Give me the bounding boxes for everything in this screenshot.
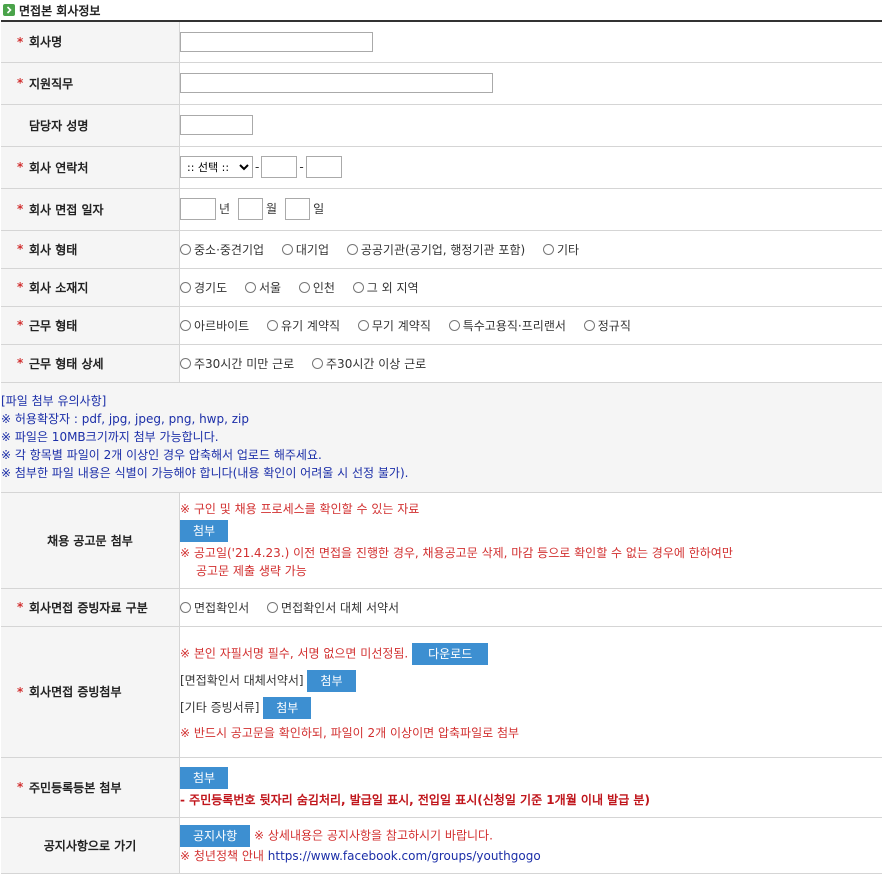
resident-attach-button[interactable]: 첨부: [180, 766, 229, 789]
phone-last-input[interactable]: [305, 156, 342, 178]
day-input[interactable]: [285, 198, 311, 220]
company-name-label: 회사명: [29, 35, 63, 50]
row-work-detail: * 근무 형태 상세 주30시간 미만 근로 주30시간 이상 근로: [1, 344, 882, 383]
notice-note: ※ 상세내용은 공지사항을 참고하시기 바랍니다.: [254, 828, 493, 843]
row-resident: * 주민등록등본 첨부 첨부 - 주민등록번호 뒷자리 숨김처리, 발급일 표시,…: [1, 757, 882, 818]
section-header: 면접본 회사정보: [0, 0, 885, 20]
proof-attach-label: 회사면접 증빙첨부: [29, 685, 122, 699]
radio-sme[interactable]: 중소·중견기업: [180, 241, 264, 258]
row-recruit-notice: 채용 공고문 첨부 ※ 구인 및 채용 프로세스를 확인할 수 있는 자료 첨부…: [1, 492, 882, 589]
row-interview-date: * 회사 면접 일자 년월일: [1, 188, 882, 231]
radio-other-region[interactable]: 그 외 지역: [352, 279, 419, 296]
youth-policy-link[interactable]: https://www.facebook.com/groups/youthgog…: [268, 849, 541, 863]
radio-full-time[interactable]: 정규직: [583, 317, 631, 334]
recruit-note3: 공고문 제출 생략 가능: [196, 564, 307, 578]
radio-incheon[interactable]: 인천: [298, 279, 335, 296]
row-proof-type: * 회사면접 증빙자료 구분 면접확인서 면접확인서 대체 서약서: [1, 588, 882, 627]
proof-note1: ※ 본인 자필서명 필수, 서명 없으면 미선정됨.: [180, 646, 409, 660]
section-title: 면접본 회사정보: [19, 3, 101, 18]
required-mark: *: [17, 684, 24, 699]
required-mark: *: [17, 318, 24, 332]
recruit-notice-label: 채용 공고문 첨부: [47, 533, 133, 548]
work-type-label: 근무 형태: [29, 318, 78, 333]
job-label: 지원직무: [29, 76, 74, 91]
radio-over-30h[interactable]: 주30시간 이상 근로: [312, 355, 426, 372]
row-company-name: * 회사명: [1, 21, 882, 63]
required-mark: *: [17, 780, 24, 794]
radio-substitute-pledge[interactable]: 면접확인서 대체 서약서: [267, 599, 399, 616]
phone-prefix-select[interactable]: :: 선택 ::: [180, 156, 253, 178]
required-mark: *: [17, 280, 24, 294]
year-input[interactable]: [180, 198, 216, 220]
row-work-type: * 근무 형태 아르바이트 유기 계약직 무기 계약직 특수고용직·프리랜서 정규…: [1, 306, 882, 345]
etc-docs-attach-button[interactable]: 첨부: [263, 696, 312, 719]
youth-policy-label: ※ 청년정책 안내: [180, 849, 264, 863]
interview-date-label: 회사 면접 일자: [29, 202, 104, 217]
radio-seoul[interactable]: 서울: [244, 279, 281, 296]
row-job: * 지원직무: [1, 62, 882, 105]
row-manager: 담당자 성명: [1, 104, 882, 147]
radio-fixed-term[interactable]: 유기 계약직: [267, 317, 340, 334]
required-mark: *: [17, 242, 24, 256]
radio-public-agency[interactable]: 공공기관(공기업, 행정기관 포함): [346, 241, 525, 258]
manager-label: 담당자 성명: [29, 118, 89, 133]
location-label: 회사 소재지: [29, 280, 89, 295]
required-mark: *: [17, 76, 24, 90]
recruit-note1: ※ 구인 및 채용 프로세스를 확인할 수 있는 자료: [180, 502, 420, 516]
file-notice: [파일 첨부 유의사항] ※ 허용확장자 : pdf, jpg, jpeg, p…: [1, 382, 882, 493]
required-mark: *: [17, 160, 24, 174]
manager-name-input[interactable]: [180, 115, 253, 135]
work-detail-label: 근무 형태 상세: [29, 356, 104, 371]
recruit-note2: ※ 공고일('21.4.23.) 이전 면접을 진행한 경우, 채용공고문 삭제…: [180, 546, 733, 560]
required-mark: *: [17, 34, 24, 49]
radio-other[interactable]: 기타: [543, 241, 579, 258]
radio-under-30h[interactable]: 주30시간 미만 근로: [180, 355, 294, 372]
company-info-form: * 회사명 * 지원직무 담당자 성명 * 회사 연락처 :: 선택 :: - - * 회사…: [1, 20, 882, 874]
company-type-label: 회사 형태: [29, 242, 78, 257]
resident-note: - 주민등록번호 뒷자리 숨김처리, 발급일 표시, 전입일 표시(신청일 기준…: [180, 792, 650, 807]
contact-label: 회사 연락처: [29, 160, 89, 175]
recruit-attach-button[interactable]: 첨부: [180, 520, 229, 542]
radio-interview-confirmation[interactable]: 면접확인서: [180, 599, 249, 616]
row-company-type: * 회사 형태 중소·중견기업 대기업 공공기관(공기업, 행정기관 포함) 기타: [1, 230, 882, 269]
row-proof-attach: * 회사면접 증빙첨부 ※ 본인 자필서명 필수, 서명 없으면 미선정됨. 다운…: [1, 626, 882, 758]
row-location: * 회사 소재지 경기도 서울 인천 그 외 지역: [1, 268, 882, 307]
proof-note2: ※ 반드시 공고문을 확인하되, 파일이 2개 이상이면 압축파일로 첨부: [180, 725, 520, 740]
resident-label: 주민등록등본 첨부: [29, 780, 122, 795]
row-goto-notice: 공지사항으로 가기 공지사항 ※ 상세내용은 공지사항을 참고하시기 바랍니다.…: [1, 817, 882, 874]
radio-freelancer[interactable]: 특수고용직·프리랜서: [448, 317, 566, 334]
notice-button[interactable]: 공지사항: [180, 825, 251, 847]
radio-part-time[interactable]: 아르바이트: [180, 317, 249, 334]
chevron-right-icon: [3, 4, 15, 16]
radio-large-company[interactable]: 대기업: [281, 241, 329, 258]
etc-docs-label: [기타 증빙서류]: [180, 700, 260, 714]
month-input[interactable]: [238, 198, 264, 220]
alt-pledge-label: [면접확인서 대체서약서]: [180, 673, 304, 687]
required-mark: *: [17, 356, 24, 370]
row-file-notice: [파일 첨부 유의사항] ※ 허용확장자 : pdf, jpg, jpeg, p…: [1, 382, 882, 493]
required-mark: *: [17, 600, 24, 614]
phone-middle-input[interactable]: [261, 156, 298, 178]
job-input[interactable]: [180, 73, 493, 93]
radio-gyeonggi[interactable]: 경기도: [180, 279, 227, 296]
company-name-input[interactable]: [180, 31, 373, 52]
proof-type-label: 회사면접 증빙자료 구분: [29, 600, 148, 615]
row-contact: * 회사 연락처 :: 선택 :: - -: [1, 146, 882, 189]
download-button[interactable]: 다운로드: [412, 642, 489, 665]
radio-indefinite-term[interactable]: 무기 계약직: [357, 317, 431, 334]
required-mark: *: [17, 202, 24, 216]
alt-pledge-attach-button[interactable]: 첨부: [307, 669, 356, 692]
goto-notice-label: 공지사항으로 가기: [43, 838, 137, 853]
